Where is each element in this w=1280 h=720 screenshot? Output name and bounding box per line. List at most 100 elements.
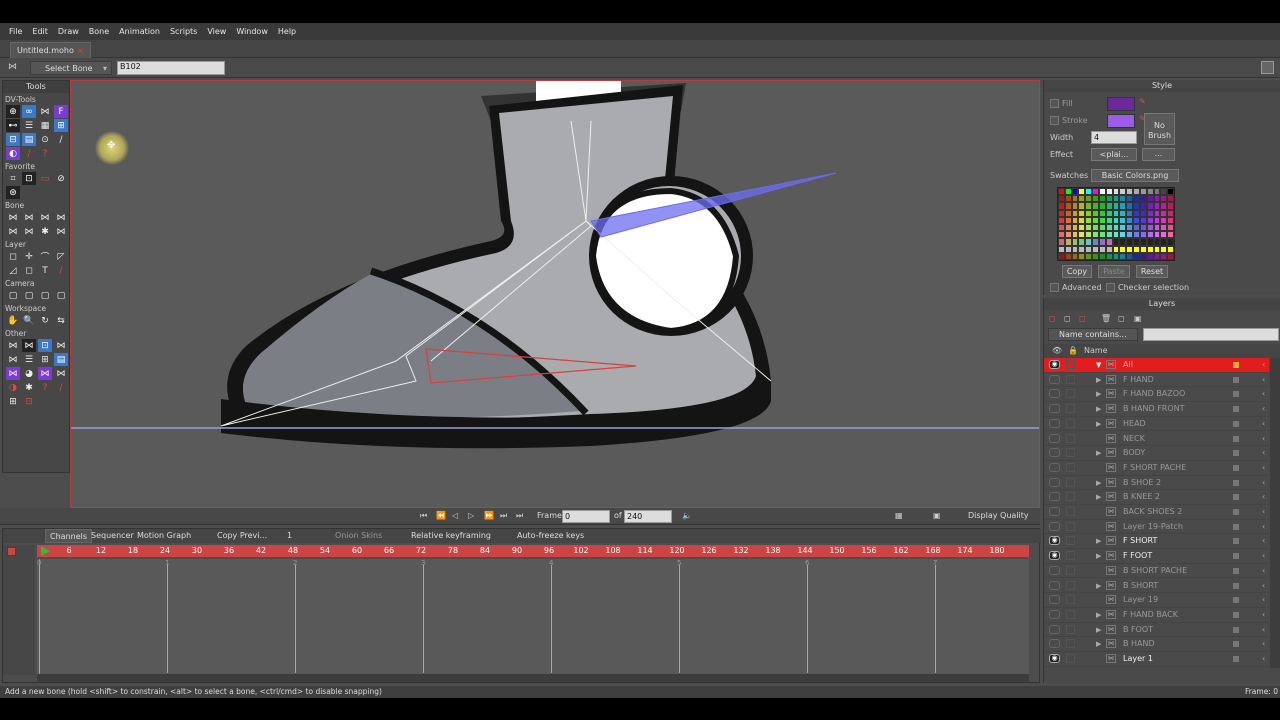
- palette-swatch[interactable]: [1146, 252, 1154, 260]
- palette-swatch[interactable]: [1112, 195, 1120, 203]
- palette-swatch[interactable]: [1126, 252, 1134, 260]
- menu-bone[interactable]: Bone: [84, 27, 114, 36]
- palette-swatch[interactable]: [1064, 252, 1072, 260]
- layer-lock-icon[interactable]: [1066, 462, 1075, 472]
- layer-menu-icon[interactable]: ‹: [1262, 446, 1265, 460]
- layer-menu-icon[interactable]: ‹: [1262, 490, 1265, 504]
- layer-row[interactable]: ▶ ⋈ B HAND ‹: [1044, 637, 1269, 652]
- dv-tool-icon[interactable]: ◐: [6, 147, 20, 160]
- palette-swatch[interactable]: [1071, 245, 1079, 253]
- layer-menu-icon[interactable]: ‹: [1262, 593, 1265, 607]
- width-input[interactable]: 4: [1091, 131, 1137, 144]
- palette-swatch[interactable]: [1126, 216, 1134, 224]
- palette-swatch[interactable]: [1058, 216, 1065, 224]
- layer-row[interactable]: ▶ ⋈ BODY ‹: [1044, 446, 1269, 461]
- name-column-header[interactable]: Name: [1084, 344, 1108, 358]
- favorite-tool-icon[interactable]: ⊛: [6, 186, 20, 199]
- palette-swatch[interactable]: [1105, 245, 1113, 253]
- palette-swatch[interactable]: [1064, 231, 1072, 239]
- menu-file[interactable]: File: [4, 27, 27, 36]
- palette-swatch[interactable]: [1105, 202, 1113, 210]
- other-tool-icon[interactable]: ⊞: [38, 353, 52, 366]
- palette-swatch[interactable]: [1058, 245, 1065, 253]
- palette-swatch[interactable]: [1126, 231, 1134, 239]
- layer-tool-icon[interactable]: ∕: [54, 264, 68, 277]
- palette-swatch[interactable]: [1126, 188, 1134, 196]
- layer-expand-icon[interactable]: ▶: [1096, 373, 1101, 387]
- layer-tool-icon[interactable]: ✛: [22, 250, 36, 263]
- other-tool-icon[interactable]: ⋈: [54, 367, 68, 380]
- palette-swatch[interactable]: [1119, 245, 1127, 253]
- fill-checkbox[interactable]: [1050, 99, 1059, 108]
- layer-visibility-icon[interactable]: [1049, 492, 1060, 502]
- palette-swatch[interactable]: [1153, 195, 1161, 203]
- palette-swatch[interactable]: [1064, 202, 1072, 210]
- layer-visibility-icon[interactable]: [1049, 433, 1060, 443]
- swatches-dropdown[interactable]: Basic Colors.png: [1091, 169, 1179, 182]
- layer-expand-icon[interactable]: ▶: [1096, 417, 1101, 431]
- palette-swatch[interactable]: [1112, 238, 1120, 246]
- palette-swatch[interactable]: [1071, 231, 1079, 239]
- auto-freeze-checkbox[interactable]: Auto-freeze keys: [513, 529, 588, 543]
- copy-style-button[interactable]: Copy: [1062, 265, 1092, 278]
- palette-swatch[interactable]: [1085, 223, 1093, 232]
- palette-swatch[interactable]: [1153, 216, 1161, 224]
- layer-menu-icon[interactable]: ‹: [1262, 461, 1265, 475]
- layer-color-chip[interactable]: [1233, 523, 1239, 530]
- layer-expand-icon[interactable]: ▶: [1096, 402, 1101, 416]
- relative-keyframing-checkbox[interactable]: Relative keyframing: [407, 529, 495, 543]
- palette-swatch[interactable]: [1058, 231, 1065, 239]
- palette-swatch[interactable]: [1092, 252, 1099, 260]
- palette-swatch[interactable]: [1153, 231, 1161, 239]
- palette-swatch[interactable]: [1064, 195, 1072, 203]
- palette-swatch[interactable]: [1105, 252, 1113, 260]
- palette-swatch[interactable]: [1167, 216, 1174, 224]
- rotate-icon[interactable]: ↻: [38, 314, 52, 327]
- bone-tool-icon[interactable]: ⋈: [38, 211, 52, 224]
- stroke-color-swatch[interactable]: [1107, 114, 1135, 128]
- palette-swatch[interactable]: [1160, 245, 1168, 253]
- layer-visibility-icon[interactable]: [1049, 595, 1060, 605]
- palette-swatch[interactable]: [1064, 223, 1072, 232]
- layer-row[interactable]: ⋈ B SHORT PACHE ‹: [1044, 564, 1269, 579]
- dv-tool-icon[interactable]: ▦: [38, 119, 52, 132]
- layer-lock-icon[interactable]: [1066, 521, 1075, 531]
- layer-color-chip[interactable]: [1233, 597, 1239, 604]
- palette-swatch[interactable]: [1133, 188, 1140, 196]
- layer-color-chip[interactable]: [1233, 494, 1239, 501]
- palette-swatch[interactable]: [1078, 216, 1086, 224]
- palette-swatch[interactable]: [1064, 245, 1072, 253]
- effect-dropdown[interactable]: <plai...: [1091, 148, 1137, 161]
- layer-color-chip[interactable]: [1233, 567, 1239, 574]
- palette-swatch[interactable]: [1105, 188, 1113, 196]
- layer-expand-icon[interactable]: ▶: [1096, 446, 1101, 460]
- layer-lock-icon[interactable]: [1066, 418, 1075, 428]
- palette-swatch[interactable]: [1105, 209, 1113, 217]
- layer-visibility-icon[interactable]: [1049, 609, 1060, 619]
- layer-menu-icon[interactable]: ‹: [1262, 608, 1265, 622]
- palette-swatch[interactable]: [1133, 252, 1140, 260]
- layer-visibility-icon[interactable]: [1049, 521, 1060, 531]
- layer-lock-icon[interactable]: [1066, 507, 1075, 516]
- layer-expand-icon[interactable]: ▶: [1096, 623, 1101, 637]
- palette-swatch[interactable]: [1085, 231, 1093, 239]
- dv-tool-icon[interactable]: ∕: [54, 133, 68, 146]
- camera-tool-icon[interactable]: ▢: [22, 289, 36, 302]
- palette-swatch[interactable]: [1167, 223, 1174, 232]
- other-tool-icon[interactable]: ⋈: [38, 367, 52, 380]
- other-tool-icon[interactable]: ⊡: [38, 339, 52, 352]
- palette-swatch[interactable]: [1126, 202, 1134, 210]
- palette-swatch[interactable]: [1085, 245, 1093, 253]
- favorite-tool-icon[interactable]: ⊡: [22, 172, 36, 185]
- layer-expand-icon[interactable]: ▼: [1096, 358, 1101, 372]
- layer-lock-icon[interactable]: [1066, 536, 1075, 546]
- zoom-icon[interactable]: 🔍: [22, 314, 36, 327]
- palette-swatch[interactable]: [1146, 231, 1154, 239]
- advanced-checkbox[interactable]: [1050, 283, 1059, 292]
- palette-swatch[interactable]: [1098, 231, 1106, 239]
- text-tool-icon[interactable]: T: [38, 264, 52, 277]
- layer-expand-icon[interactable]: ▶: [1096, 608, 1101, 622]
- layer-color-chip[interactable]: [1233, 611, 1239, 618]
- palette-swatch[interactable]: [1146, 238, 1154, 246]
- palette-swatch[interactable]: [1133, 231, 1140, 239]
